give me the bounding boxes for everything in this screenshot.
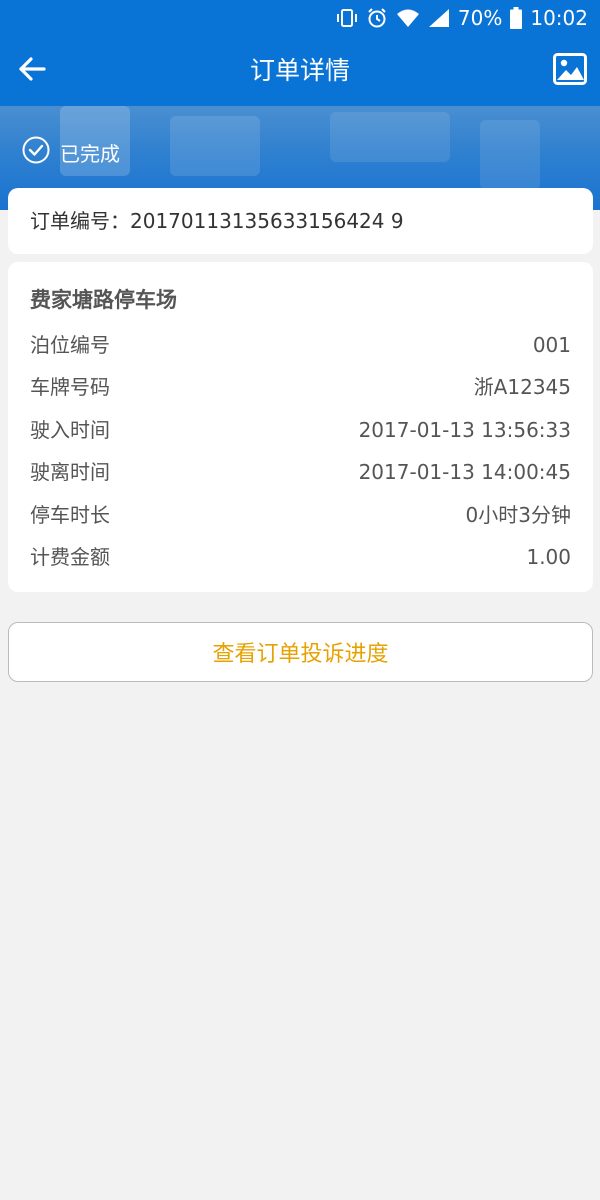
detail-label: 计费金额 (30, 545, 110, 569)
detail-value: 浙A12345 (473, 375, 571, 399)
status-bar: 70% 10:02 (0, 0, 600, 36)
detail-row-exit-time: 驶离时间 2017-01-13 14:00:45 (30, 457, 571, 487)
detail-row-berth: 泊位编号 001 (30, 330, 571, 360)
order-status: 已完成 (22, 136, 120, 169)
check-circle-icon (22, 136, 50, 169)
detail-label: 停车时长 (30, 503, 110, 527)
detail-row-duration: 停车时长 0小时3分钟 (30, 500, 571, 530)
image-icon (553, 53, 587, 89)
order-status-label: 已完成 (60, 141, 120, 166)
detail-value: 2017-01-13 14:00:45 (358, 460, 571, 484)
order-number: 订单编号：20170113135633156424 9 (30, 209, 404, 233)
clock-time: 10:02 (530, 6, 588, 30)
battery-percent: 70% (457, 6, 503, 30)
detail-row-entry-time: 驶入时间 2017-01-13 13:56:33 (30, 415, 571, 445)
detail-row-plate: 车牌号码 浙A12345 (30, 372, 571, 402)
alarm-icon (366, 7, 388, 29)
detail-value: 0小时3分钟 (465, 503, 571, 527)
detail-label: 驶入时间 (30, 418, 110, 442)
image-button[interactable] (550, 51, 590, 91)
detail-row-fee: 计费金额 1.00 (30, 542, 571, 572)
view-complaint-progress-button[interactable]: 查看订单投诉进度 (8, 622, 593, 682)
vibrate-icon (336, 7, 358, 29)
detail-value: 1.00 (526, 545, 571, 569)
parking-detail-card: 费家塘路停车场 泊位编号 001 车牌号码 浙A12345 驶入时间 2017-… (8, 262, 593, 592)
detail-label: 驶离时间 (30, 460, 110, 484)
detail-label: 车牌号码 (30, 375, 110, 399)
wifi-icon (396, 8, 420, 28)
complaint-button-label: 查看订单投诉进度 (212, 642, 389, 667)
signal-icon (428, 8, 450, 28)
parking-lot-name: 费家塘路停车场 (30, 288, 177, 312)
detail-value: 001 (532, 333, 571, 357)
page-title: 订单详情 (249, 56, 350, 85)
status-icons: 70% 10:02 (336, 0, 588, 36)
battery-icon (510, 7, 523, 29)
order-number-card: 订单编号：20170113135633156424 9 (8, 188, 593, 254)
detail-value: 2017-01-13 13:56:33 (358, 418, 571, 442)
app-bar: 订单详情 (0, 36, 600, 106)
detail-label: 泊位编号 (30, 333, 110, 357)
